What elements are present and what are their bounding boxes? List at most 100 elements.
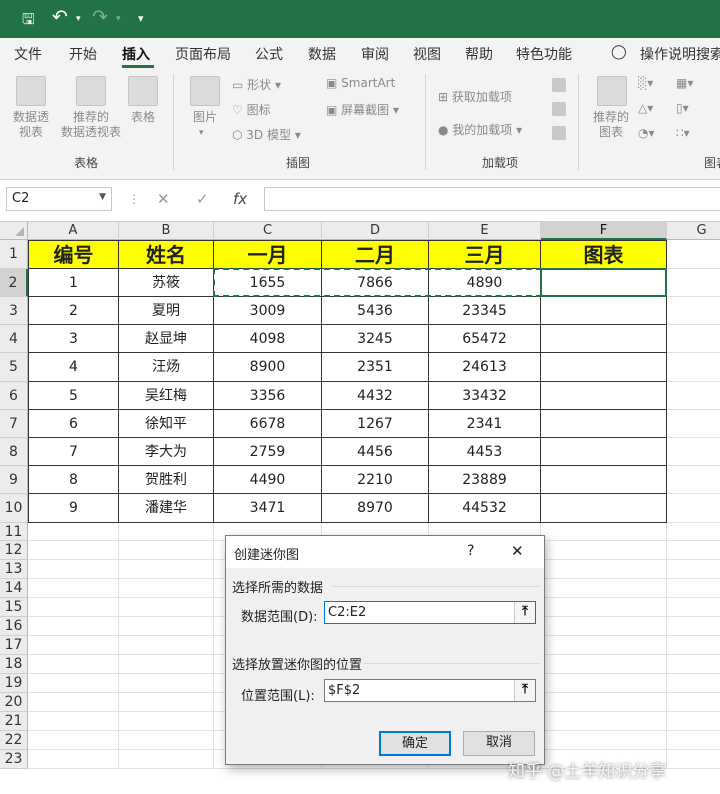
- cell[interactable]: [541, 541, 667, 560]
- tab-formulas[interactable]: 公式: [255, 44, 283, 64]
- icons-button[interactable]: ♡ 图标: [232, 101, 271, 118]
- row-header-3[interactable]: 3: [0, 297, 28, 325]
- table-button[interactable]: 表格: [126, 110, 160, 125]
- cell[interactable]: [119, 655, 214, 674]
- cell[interactable]: [28, 674, 119, 693]
- table-cell[interactable]: 4490: [214, 466, 322, 494]
- row-header-12[interactable]: 12: [0, 541, 28, 560]
- column-chart-button[interactable]: ░▾: [638, 76, 653, 90]
- table-cell[interactable]: 4456: [322, 438, 429, 466]
- table-cell[interactable]: 潘建华: [119, 494, 214, 523]
- my-addins-button[interactable]: ● 我的加载项 ▾: [438, 121, 522, 138]
- column-header-g[interactable]: G: [667, 222, 720, 240]
- 3d-model-button[interactable]: ⬡ 3D 模型 ▾: [232, 126, 301, 143]
- row-header-22[interactable]: 22: [0, 731, 28, 750]
- row-header-6[interactable]: 6: [0, 382, 28, 410]
- tab-special[interactable]: 特色功能: [516, 44, 572, 64]
- table-cell[interactable]: 4: [28, 353, 119, 382]
- visio-icon[interactable]: [552, 126, 566, 140]
- name-box[interactable]: C2 ▼: [6, 187, 112, 211]
- table-cell[interactable]: 6678: [214, 410, 322, 438]
- cell[interactable]: [667, 636, 720, 655]
- table-cell[interactable]: 李大为: [119, 438, 214, 466]
- table-cell[interactable]: 7: [28, 438, 119, 466]
- data-range-input[interactable]: C2:E2 ⤒: [324, 601, 536, 624]
- table-cell[interactable]: 1: [28, 269, 119, 297]
- table-header-cell[interactable]: 三月: [429, 240, 541, 269]
- column-header-c[interactable]: C: [214, 222, 322, 240]
- collapse-dialog-icon[interactable]: ⤒: [514, 680, 535, 701]
- cell[interactable]: [119, 541, 214, 560]
- row-header-2[interactable]: 2: [0, 269, 28, 297]
- cell[interactable]: [667, 750, 720, 769]
- cell[interactable]: [119, 750, 214, 769]
- row-header-9[interactable]: 9: [0, 466, 28, 494]
- row-header-7[interactable]: 7: [0, 410, 28, 438]
- table-header-cell[interactable]: 编号: [28, 240, 119, 269]
- row-header-1[interactable]: 1: [0, 240, 28, 269]
- cell[interactable]: [541, 560, 667, 579]
- cell[interactable]: [667, 466, 720, 494]
- table-cell[interactable]: 8900: [214, 353, 322, 382]
- cell[interactable]: [667, 523, 720, 541]
- row-header-4[interactable]: 4: [0, 325, 28, 353]
- row-header-23[interactable]: 23: [0, 750, 28, 769]
- save-icon[interactable]: 🖫: [22, 9, 35, 34]
- cell[interactable]: [667, 269, 720, 297]
- cell[interactable]: [28, 655, 119, 674]
- table-cell[interactable]: 2210: [322, 466, 429, 494]
- cell[interactable]: [667, 712, 720, 731]
- ok-button[interactable]: 确定: [379, 731, 451, 756]
- cell[interactable]: [119, 674, 214, 693]
- cancel-button[interactable]: 取消: [463, 731, 535, 756]
- column-header-b[interactable]: B: [119, 222, 214, 240]
- table-cell[interactable]: 4432: [322, 382, 429, 410]
- cell[interactable]: [541, 674, 667, 693]
- cell[interactable]: [28, 598, 119, 617]
- table-cell[interactable]: 赵显坤: [119, 325, 214, 353]
- table-cell[interactable]: 4098: [214, 325, 322, 353]
- table-cell[interactable]: 3471: [214, 494, 322, 523]
- table-cell[interactable]: 吴红梅: [119, 382, 214, 410]
- table-cell[interactable]: 1267: [322, 410, 429, 438]
- row-header-5[interactable]: 5: [0, 353, 28, 382]
- column-header-f[interactable]: F: [541, 222, 667, 240]
- redo-icon[interactable]: ↷: [92, 6, 108, 28]
- formula-input[interactable]: [264, 187, 720, 211]
- table-cell[interactable]: 5436: [322, 297, 429, 325]
- tab-data[interactable]: 数据: [308, 44, 336, 64]
- cancel-icon[interactable]: ✕: [157, 190, 170, 208]
- cell[interactable]: [119, 617, 214, 636]
- cell[interactable]: [667, 693, 720, 712]
- cell[interactable]: [541, 598, 667, 617]
- row-header-10[interactable]: 10: [0, 494, 28, 523]
- tab-page-layout[interactable]: 页面布局: [175, 44, 231, 64]
- pivot-table-button[interactable]: 数据透 视表: [6, 110, 56, 140]
- smartart-button[interactable]: ▣ SmartArt: [326, 76, 395, 90]
- cell[interactable]: [541, 523, 667, 541]
- table-header-cell[interactable]: 姓名: [119, 240, 214, 269]
- cell[interactable]: [28, 636, 119, 655]
- table-cell[interactable]: 24613: [429, 353, 541, 382]
- statistic-chart-button[interactable]: ▯▾: [676, 101, 689, 115]
- table-cell[interactable]: 汪炀: [119, 353, 214, 382]
- tab-help[interactable]: 帮助: [465, 44, 493, 64]
- cell[interactable]: [119, 693, 214, 712]
- bing-maps-icon[interactable]: [552, 102, 566, 116]
- row-header-16[interactable]: 16: [0, 617, 28, 636]
- cell[interactable]: [667, 382, 720, 410]
- table-cell[interactable]: 3245: [322, 325, 429, 353]
- table-cell[interactable]: 8970: [322, 494, 429, 523]
- hierarchy-chart-button[interactable]: ▦▾: [676, 76, 693, 90]
- table-cell[interactable]: 3356: [214, 382, 322, 410]
- table-cell[interactable]: 65472: [429, 325, 541, 353]
- cell[interactable]: [667, 353, 720, 382]
- row-header-8[interactable]: 8: [0, 438, 28, 466]
- undo-dropdown-icon[interactable]: ▾: [76, 14, 81, 24]
- cell[interactable]: [541, 636, 667, 655]
- table-cell[interactable]: [541, 382, 667, 410]
- column-header-a[interactable]: A: [28, 222, 119, 240]
- cell[interactable]: [28, 541, 119, 560]
- table-cell[interactable]: [541, 353, 667, 382]
- row-header-20[interactable]: 20: [0, 693, 28, 712]
